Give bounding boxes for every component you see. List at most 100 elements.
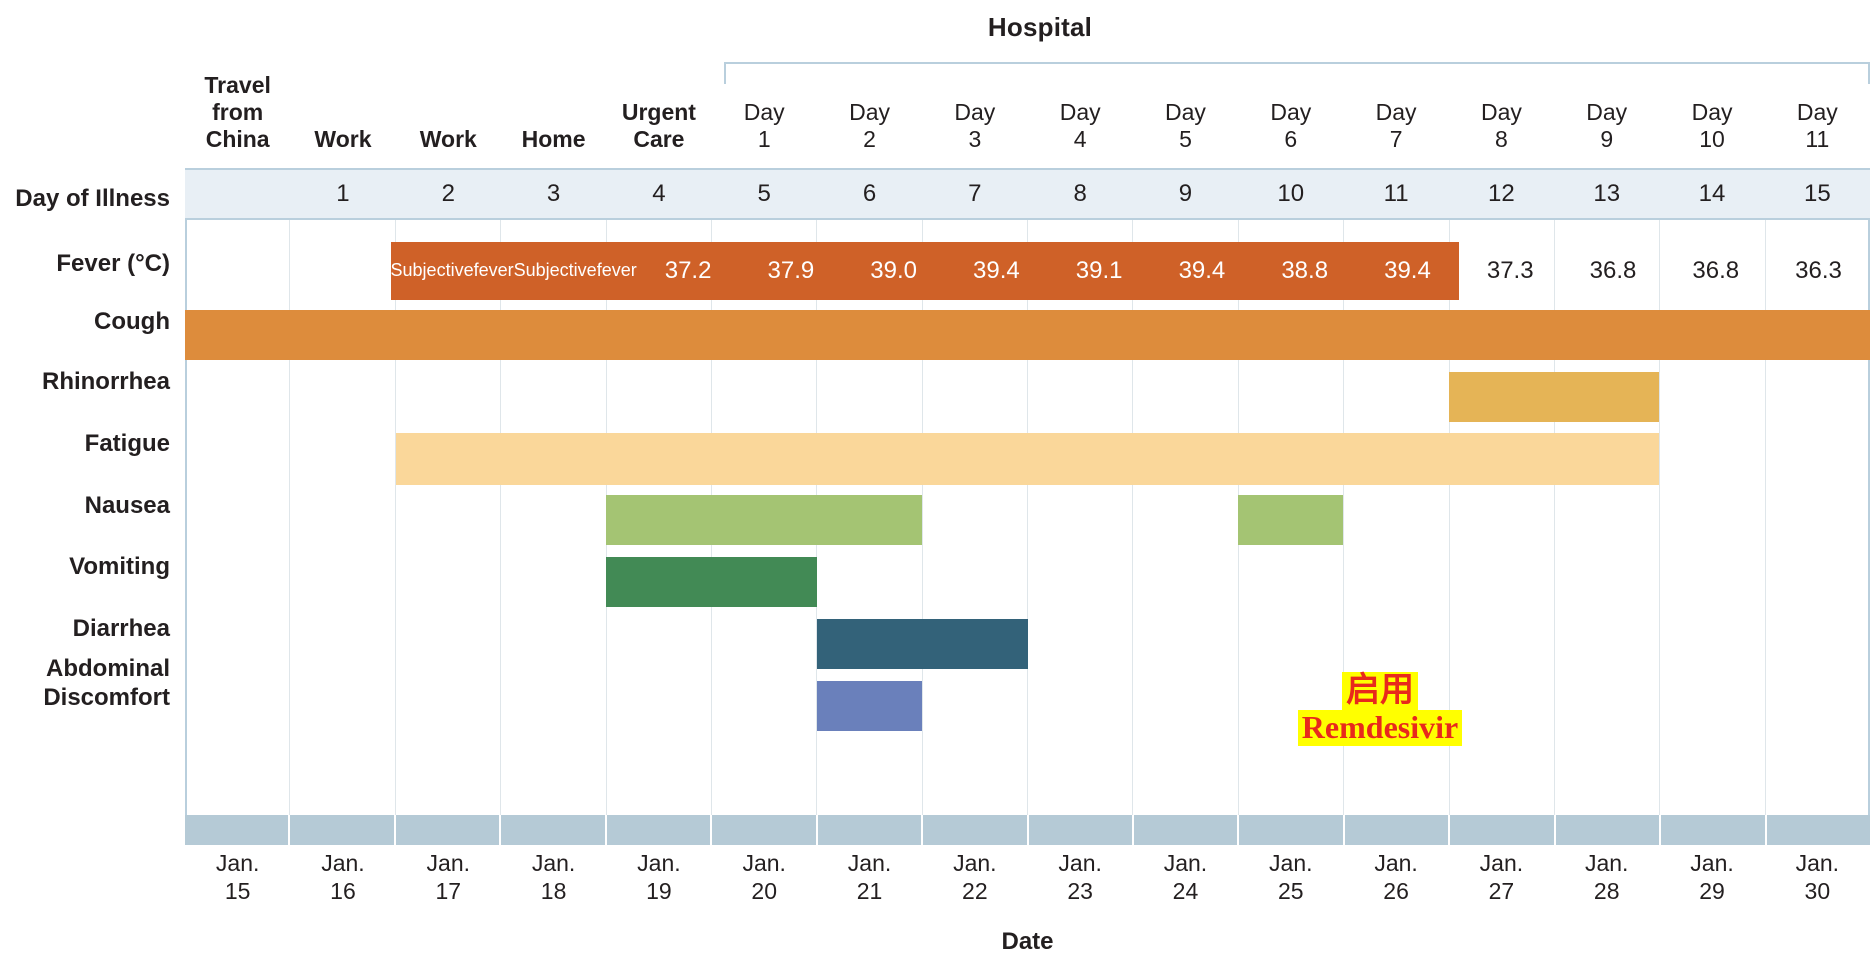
symptom-timeline-chart: Hospital Travel from China Work Work Home Urge… bbox=[0, 0, 1876, 978]
day-of-illness-cell-12: 11 bbox=[1383, 180, 1409, 207]
symptom-bar-nausea-1 bbox=[606, 495, 923, 545]
column-header-4: Home bbox=[501, 55, 606, 155]
day-of-illness-label: Day of Illness bbox=[15, 185, 170, 212]
column-header-11: Day 6 bbox=[1238, 55, 1343, 155]
date-cell-15: Jan. 29 bbox=[1659, 850, 1764, 912]
day-of-illness-cell-3: 2 bbox=[441, 180, 455, 207]
fever-cell-7: 39.0 bbox=[842, 242, 946, 300]
column-header-line: China bbox=[205, 125, 270, 152]
day-of-illness-cell-7: 6 bbox=[862, 180, 877, 207]
date-cell-3: Jan. 17 bbox=[396, 850, 501, 912]
column-header-line: Travel bbox=[204, 71, 271, 98]
symptom-bar-fatigue bbox=[395, 433, 1660, 485]
day-of-illness-cell-13: 12 bbox=[1488, 180, 1515, 207]
row-label-cough: Cough bbox=[94, 308, 170, 335]
row-label-abdominal-discomfort: Abdominal Discomfort bbox=[0, 655, 170, 713]
symptom-bar-cough bbox=[185, 310, 1870, 360]
date-month: Jan. bbox=[426, 850, 471, 876]
column-header-line: Day bbox=[1586, 98, 1628, 125]
date-cell-8: Jan. 22 bbox=[922, 850, 1027, 912]
date-month: Jan. bbox=[321, 850, 365, 876]
column-header-line: 10 bbox=[1699, 125, 1725, 152]
date-day: 20 bbox=[751, 877, 778, 904]
date-band-cell-10 bbox=[1133, 815, 1240, 845]
date-cell-5: Jan. 19 bbox=[606, 850, 711, 912]
date-day: 19 bbox=[646, 877, 672, 904]
column-header-line: Day bbox=[743, 98, 785, 125]
symptom-bar-diarrhea bbox=[816, 619, 1028, 669]
symptom-bar-nausea-2 bbox=[1238, 495, 1344, 545]
x-axis-title: Date bbox=[1001, 928, 1054, 955]
column-header-16: Day 11 bbox=[1765, 55, 1870, 155]
fever-cell-12: 39.4 bbox=[1356, 242, 1459, 300]
column-header-line: Day bbox=[1480, 98, 1522, 125]
date-month: Jan. bbox=[1479, 850, 1524, 876]
column-header-line: Day bbox=[1059, 98, 1101, 125]
column-header-line: Work bbox=[419, 125, 477, 152]
fever-value-row: Subjective fever Subjective fever 37.2 37.9 39… bbox=[185, 242, 1870, 300]
column-header-line: Urgent bbox=[621, 98, 696, 125]
date-band-cell-12 bbox=[1344, 815, 1451, 845]
date-month: Jan. bbox=[1058, 850, 1102, 876]
plot-area: Subjective fever Subjective fever 37.2 37.9 39… bbox=[185, 220, 1870, 815]
date-cell-9: Jan. 23 bbox=[1028, 850, 1133, 912]
date-month: Jan. bbox=[847, 850, 892, 876]
fever-cell-16: 36.3 bbox=[1795, 256, 1842, 284]
column-header-line: 9 bbox=[1600, 125, 1614, 152]
fever-cell-6: 37.9 bbox=[739, 242, 843, 300]
day-of-illness-cell-1 bbox=[185, 170, 290, 218]
date-month: Jan. bbox=[1163, 850, 1208, 876]
date-month: Jan. bbox=[742, 850, 786, 876]
date-cell-12: Jan. 26 bbox=[1343, 850, 1448, 912]
column-header-line: Day bbox=[1165, 98, 1206, 125]
row-label-diarrhea: Diarrhea bbox=[72, 615, 170, 642]
column-header-line: Day bbox=[954, 98, 996, 125]
day-of-illness-cell-6: 5 bbox=[757, 180, 771, 207]
day-of-illness-cell-2: 1 bbox=[336, 180, 350, 207]
column-header-line: from bbox=[212, 98, 264, 125]
date-band-cell-5 bbox=[606, 815, 713, 845]
fever-cell-14: 36.8 bbox=[1589, 256, 1637, 284]
column-header-line: Work bbox=[314, 125, 372, 152]
date-band-cell-16 bbox=[1766, 815, 1870, 845]
row-label-abdominal-line1: Abdominal bbox=[46, 655, 170, 682]
date-band-cell-8 bbox=[923, 815, 1029, 845]
date-band-cell-14 bbox=[1555, 815, 1662, 845]
column-header-6: Day 1 bbox=[712, 55, 817, 155]
date-cell-2: Jan. 16 bbox=[290, 850, 395, 912]
fever-cell-11: 38.8 bbox=[1253, 242, 1357, 300]
column-header-1: Travel from China bbox=[185, 55, 290, 155]
date-month: Jan. bbox=[215, 850, 260, 876]
date-cell-14: Jan. 28 bbox=[1554, 850, 1659, 912]
date-month: Jan. bbox=[1584, 850, 1629, 876]
row-label-fatigue: Fatigue bbox=[84, 430, 170, 457]
date-cell-16: Jan. 30 bbox=[1765, 850, 1870, 912]
date-day: 23 bbox=[1067, 877, 1093, 904]
day-of-illness-cell-14: 13 bbox=[1593, 180, 1621, 207]
fever-cell-10: 39.4 bbox=[1150, 242, 1254, 300]
column-header-line: 1 bbox=[757, 125, 771, 152]
fever-cell-5: 37.2 bbox=[636, 242, 740, 300]
date-cell-1: Jan. 15 bbox=[185, 850, 290, 912]
fever-cell-1 bbox=[185, 242, 288, 300]
date-month: Jan. bbox=[1795, 850, 1840, 876]
day-of-illness-cell-15: 14 bbox=[1698, 180, 1726, 207]
fever-cell-8: 39.4 bbox=[945, 242, 1048, 300]
column-header-line: 5 bbox=[1179, 125, 1192, 152]
date-band-cell-13 bbox=[1450, 815, 1556, 845]
column-header-row: Travel from China Work Work Home Urgent Care Day… bbox=[185, 55, 1870, 155]
date-month: Jan. bbox=[1269, 850, 1313, 876]
column-header-9: Day 4 bbox=[1028, 55, 1133, 155]
date-day: 21 bbox=[856, 877, 883, 904]
day-of-illness-cell-8: 7 bbox=[968, 180, 982, 207]
column-header-8: Day 3 bbox=[922, 55, 1027, 155]
day-of-illness-cell-11: 10 bbox=[1277, 180, 1305, 207]
date-day: 16 bbox=[330, 877, 356, 904]
column-header-line: 11 bbox=[1805, 125, 1830, 152]
date-month: Jan. bbox=[953, 850, 997, 876]
date-month: Jan. bbox=[1374, 850, 1418, 876]
row-label-fever: Fever (°C) bbox=[56, 250, 170, 277]
date-cell-10: Jan. 24 bbox=[1133, 850, 1238, 912]
date-band-cell-3 bbox=[395, 815, 502, 845]
date-day: 18 bbox=[540, 877, 567, 904]
